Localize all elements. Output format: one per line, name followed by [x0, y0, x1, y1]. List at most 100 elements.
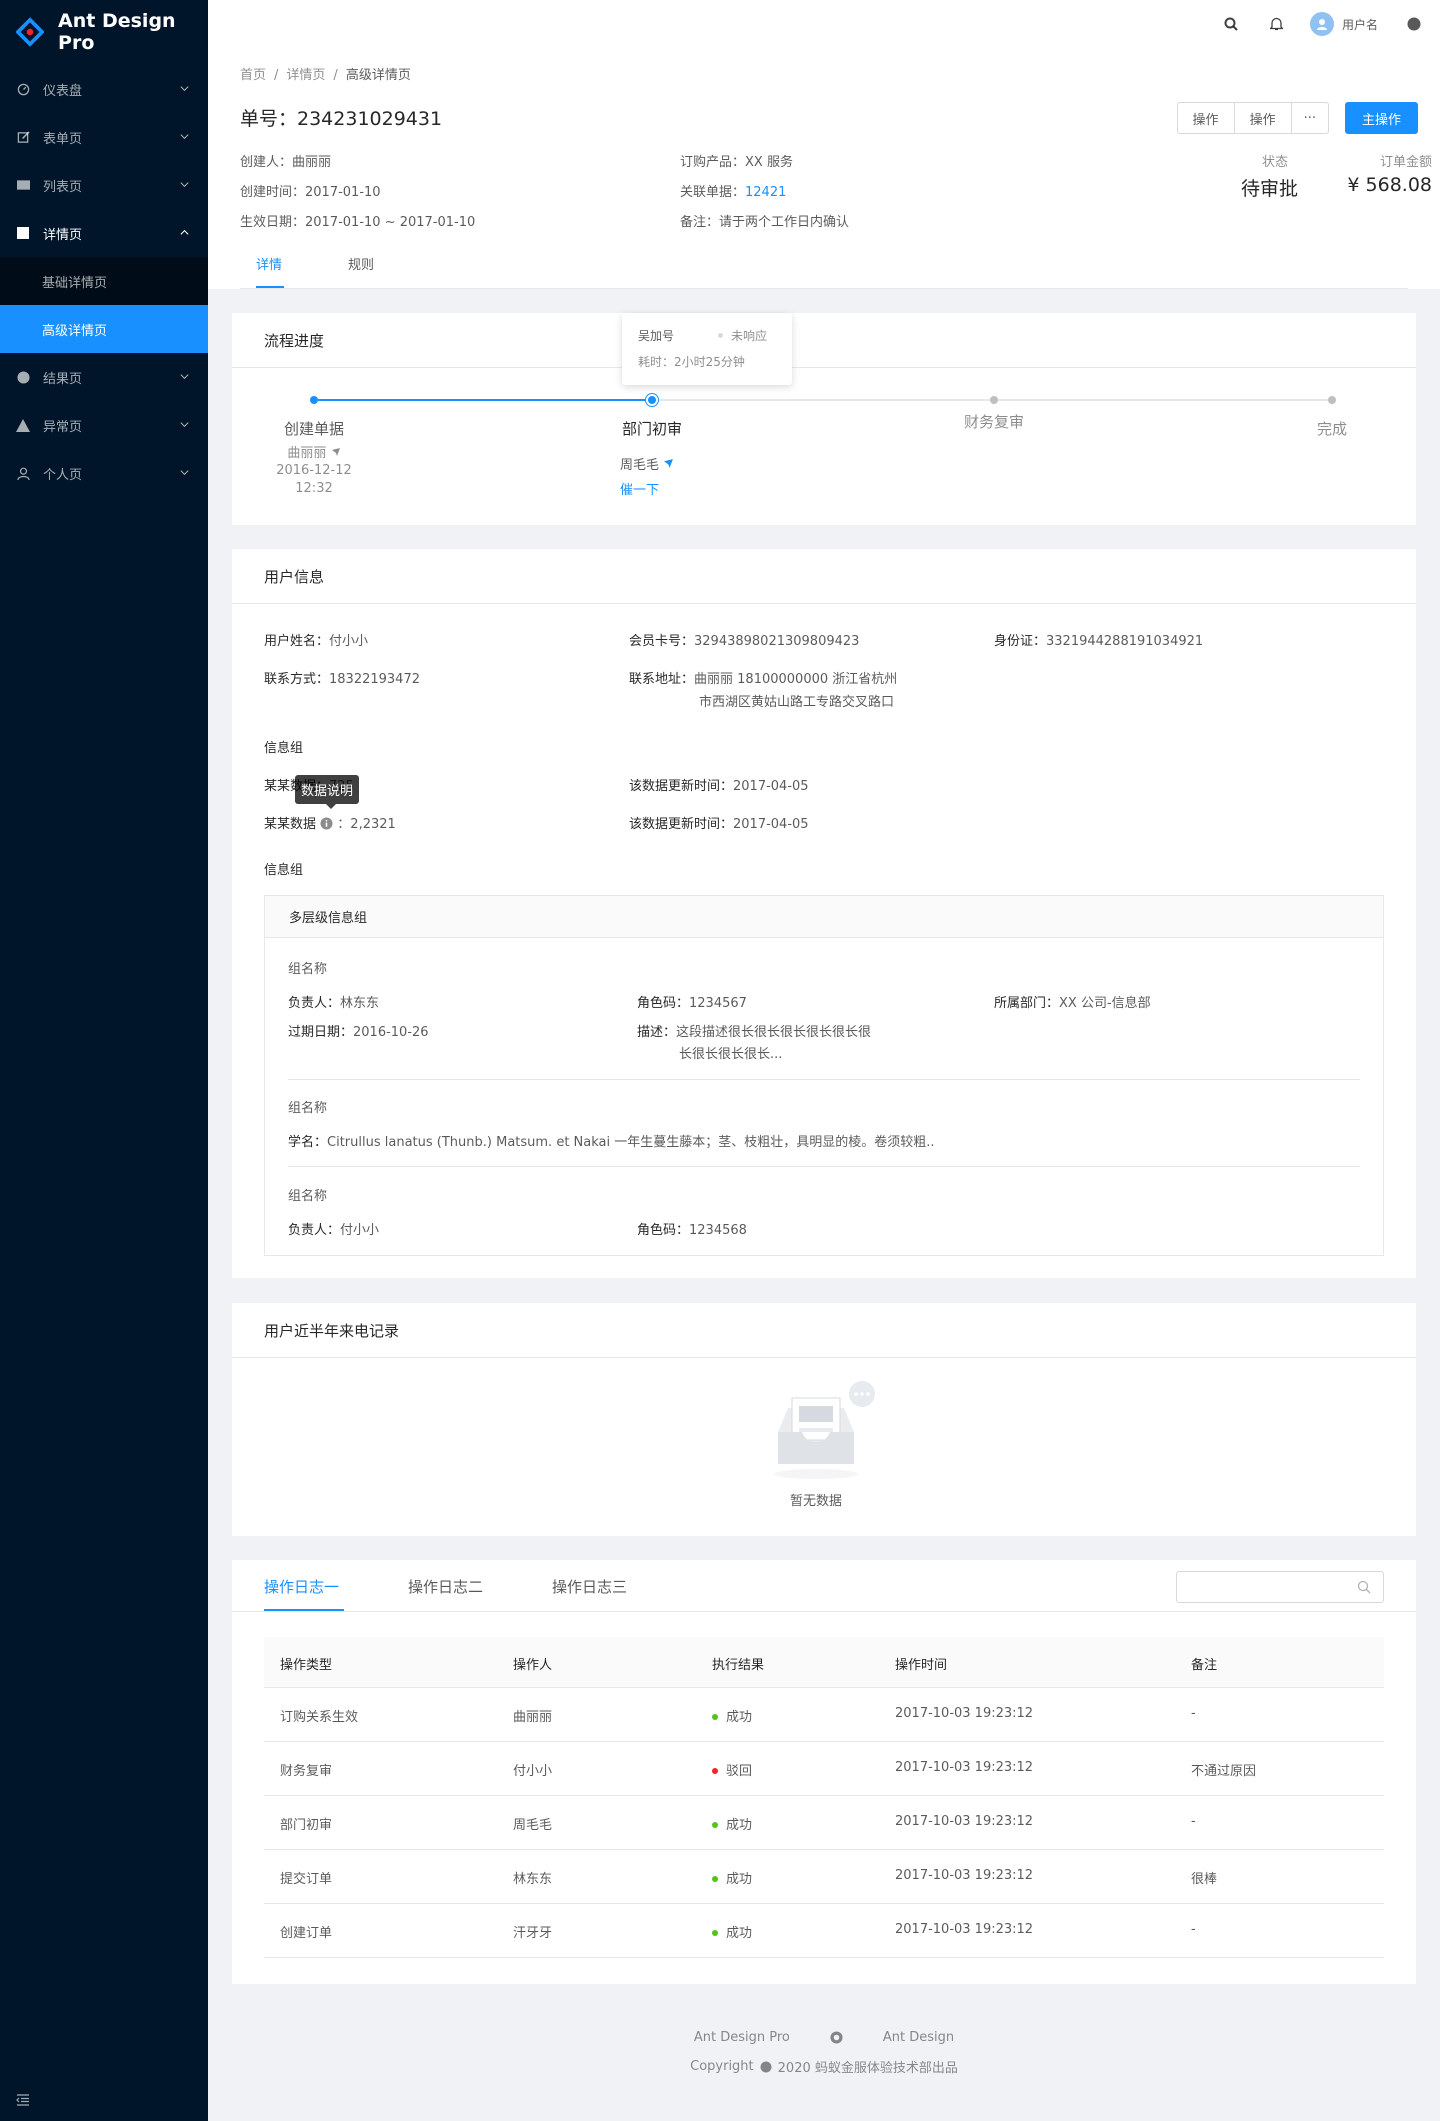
- table-cell-time: 2017-10-03 19:23:12: [895, 1760, 1034, 1775]
- ant-logo-icon: [16, 17, 45, 47]
- related-link[interactable]: 12421: [745, 185, 786, 200]
- card-title: 用户信息: [232, 549, 1416, 604]
- step-title: 财务复审: [963, 413, 1024, 431]
- tab-log-1[interactable]: 操作日志一: [264, 1576, 339, 1597]
- sidebar-item-exception[interactable]: 异常页: [0, 401, 208, 449]
- status-dot: [712, 1767, 718, 1774]
- action-button-1[interactable]: 操作: [1176, 102, 1235, 134]
- app-title: Ant Design Pro: [58, 10, 176, 54]
- user-name-field: 用户姓名：付小小: [264, 634, 369, 649]
- settings-icon[interactable]: [1396, 0, 1432, 48]
- desc-field-line2: 长很长很长很长...: [679, 1047, 783, 1062]
- page-header: 首页 / 详情页 / 高级详情页 单号：234231029431 操作 操作 ··· 主…: [208, 48, 1440, 289]
- phone-field: 联系方式：18322193472: [264, 672, 420, 687]
- search-icon[interactable]: [1208, 0, 1254, 48]
- sidebar-item-label: 列表页: [43, 179, 83, 195]
- info-circle-icon[interactable]: [320, 817, 333, 830]
- sidebar-submenu: 基础详情页 高级详情页: [0, 257, 208, 353]
- card-title: 用户近半年来电记录: [232, 1303, 1416, 1358]
- sidebar-item-profile[interactable]: 详情页: [0, 209, 208, 257]
- status-badge: 驳回: [712, 1760, 752, 1779]
- search-icon[interactable]: [1357, 1580, 1371, 1594]
- status-label: 状态: [1261, 155, 1288, 170]
- step-dot-current: [648, 396, 656, 404]
- table-cell-time: 2017-10-03 19:23:12: [895, 1922, 1034, 1937]
- dingding-icon: [664, 459, 674, 468]
- update-time-1: 该数据更新时间：2017-04-05: [629, 779, 809, 794]
- chevron-down-icon: [180, 374, 189, 380]
- table-cell-user: 林东东: [513, 1872, 553, 1887]
- id-card-field: 身份证：3321944288191034921: [994, 634, 1204, 649]
- progress-card: 流程进度: [232, 313, 1416, 525]
- tab-log-3[interactable]: 操作日志三: [552, 1576, 627, 1597]
- amount-label: 订单金额: [1379, 155, 1432, 170]
- table-cell-type: 部门初审: [280, 1818, 333, 1833]
- logo[interactable]: Ant Design Pro: [0, 0, 208, 64]
- status-badge: 成功: [712, 1868, 752, 1887]
- table-row: 提交订单 林东东 成功 2017-10-03 19:23:12 很棒: [264, 1850, 1384, 1904]
- column-header[interactable]: 执行结果: [712, 1654, 764, 1673]
- sidebar-item-result[interactable]: 结果页: [0, 353, 208, 401]
- step-title: 创建单据: [283, 420, 344, 438]
- menu-fold-icon[interactable]: [16, 2093, 30, 2107]
- table-cell-memo: -: [1191, 1922, 1196, 1937]
- step-title: 部门初审: [621, 420, 682, 438]
- sidebar-item-dashboard[interactable]: 仪表盘: [0, 65, 208, 113]
- divider: [288, 1079, 1360, 1080]
- chevron-down-icon: [180, 182, 189, 188]
- sidebar-item-advanced-profile[interactable]: 高级详情页: [0, 305, 208, 353]
- sidebar-item-basic-profile[interactable]: 基础详情页: [0, 257, 208, 305]
- group-name: 组名称: [288, 962, 328, 977]
- breadcrumb-home[interactable]: 首页: [240, 68, 266, 83]
- sidebar-item-list[interactable]: 列表页: [0, 161, 208, 209]
- user-icon: [16, 466, 30, 480]
- column-header[interactable]: 操作时间: [895, 1654, 947, 1673]
- step-line-done: [318, 399, 648, 401]
- group-title: 信息组: [264, 741, 304, 756]
- tab-ink-bar: [256, 286, 284, 288]
- tab-ink-bar: [264, 1609, 344, 1611]
- table-cell-memo: -: [1191, 1814, 1196, 1829]
- status-text: 驳回: [726, 1764, 753, 1779]
- column-header[interactable]: 备注: [1191, 1654, 1217, 1673]
- table-row: 订购关系生效 曲丽丽 成功 2017-10-03 19:23:12 -: [264, 1688, 1384, 1742]
- global-footer: Ant Design Pro Ant Design Copyright 2020…: [208, 2030, 1440, 2076]
- table-icon: [16, 178, 30, 192]
- header-actions: 操作 操作 ··· 主操作: [1176, 102, 1418, 134]
- github-icon[interactable]: [830, 2031, 843, 2044]
- copyright-text: Copyright: [690, 2059, 754, 2074]
- tab-rule[interactable]: 规则: [348, 254, 374, 273]
- meta-created: 创建时间：2017-01-10: [240, 185, 381, 200]
- address-field: 联系地址：曲丽丽 18100000000 浙江省杭州: [629, 672, 898, 687]
- table-cell-memo: 不通过原因: [1191, 1764, 1257, 1779]
- tab-log-2[interactable]: 操作日志二: [408, 1576, 483, 1597]
- column-header[interactable]: 操作类型: [280, 1654, 332, 1673]
- urge-link[interactable]: 催一下: [620, 479, 659, 498]
- step-dot: [990, 396, 998, 404]
- primary-action-button[interactable]: 主操作: [1344, 102, 1418, 134]
- log-search-input[interactable]: [1176, 1571, 1384, 1603]
- breadcrumb-profile[interactable]: 详情页: [286, 68, 325, 83]
- dept-field: 所属部门：XX 公司-信息部: [994, 996, 1151, 1011]
- footer-link-pro[interactable]: Ant Design Pro: [694, 2030, 790, 2045]
- tab-divider: [232, 1611, 1416, 1612]
- table-cell-user: 周毛毛: [513, 1818, 553, 1833]
- more-button[interactable]: ···: [1290, 102, 1329, 134]
- column-header[interactable]: 操作人: [513, 1654, 552, 1673]
- bell-icon[interactable]: [1254, 0, 1300, 48]
- sidebar-item-account[interactable]: 个人页: [0, 449, 208, 497]
- sci-name-field: 学名：Citrullus lanatus (Thunb.) Matsum. et…: [288, 1135, 935, 1150]
- action-button-2[interactable]: 操作: [1233, 102, 1292, 134]
- sidebar-item-label: 表单页: [43, 131, 83, 147]
- meta-remark: 备注：请于两个工作日内确认: [680, 215, 850, 230]
- member-card-field: 会员卡号：32943898021309809423: [629, 634, 860, 649]
- empty-inbox-icon: [774, 1381, 875, 1479]
- status-text: 成功: [726, 1872, 753, 1887]
- sidebar-item-form[interactable]: 表单页: [0, 113, 208, 161]
- table-cell-time: 2017-10-03 19:23:12: [895, 1868, 1034, 1883]
- address-field-line2: 市西湖区黄姑山路工专路交叉路口: [699, 695, 895, 710]
- tab-detail[interactable]: 详情: [256, 254, 282, 273]
- footer-link-antd[interactable]: Ant Design: [883, 2030, 954, 2045]
- role-field: 角色码：1234567: [637, 996, 747, 1011]
- user-menu[interactable]: 用户名: [1300, 12, 1396, 36]
